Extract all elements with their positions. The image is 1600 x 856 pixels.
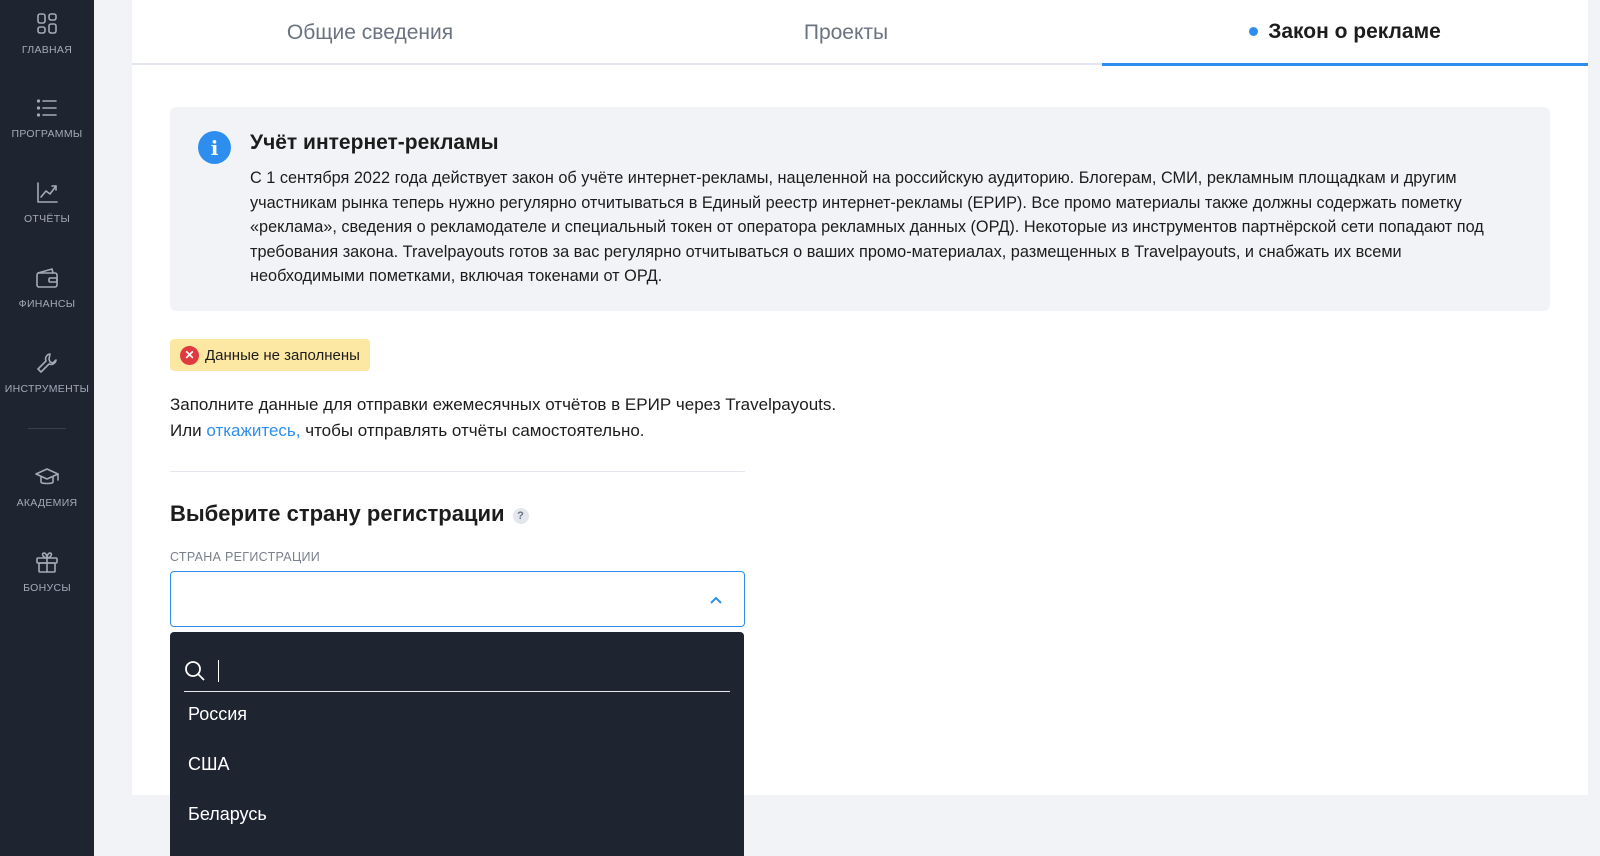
- sidebar: Главная Программы Отчёты Финансы Инструм…: [0, 0, 94, 856]
- country-option-belarus[interactable]: Беларусь: [188, 804, 267, 825]
- wrench-icon: [37, 353, 57, 373]
- tab-label: Проекты: [803, 20, 889, 44]
- active-dot-icon: [1249, 27, 1259, 36]
- description-line2: Или откажитесь, чтобы отправлять отчёты …: [170, 418, 836, 444]
- sidebar-item-label: Академия: [16, 497, 78, 509]
- status-badge: ✕ Данные не заполнены: [170, 339, 370, 371]
- country-field-label: Страна регистрации: [170, 550, 321, 564]
- decline-link[interactable]: откажитесь,: [206, 421, 300, 440]
- gift-icon: [36, 552, 58, 573]
- chevron-up-icon: [708, 592, 724, 608]
- description-line1: Заполните данные для отправки ежемесячны…: [170, 395, 837, 414]
- country-option-usa[interactable]: США: [188, 754, 230, 775]
- country-section-title-text: Выберите страну регистрации: [170, 501, 505, 526]
- info-icon: i: [198, 131, 231, 164]
- tab-bar: Общие сведения Проекты Закон о рекламе: [132, 0, 1588, 66]
- divider: [170, 471, 745, 472]
- chart-icon: [37, 182, 58, 203]
- tab-advertising-law[interactable]: Закон о рекламе: [1102, 0, 1588, 66]
- tab-projects[interactable]: Проекты: [608, 0, 1084, 65]
- tab-label: Общие сведения: [286, 20, 454, 44]
- error-icon: ✕: [180, 345, 199, 365]
- tab-label: Закон о рекламе: [1268, 19, 1441, 43]
- sidebar-item-academy[interactable]: Академия: [0, 463, 94, 509]
- description-suffix: чтобы отправлять отчёты самостоятельно.: [300, 421, 645, 440]
- search-icon: [185, 660, 205, 681]
- country-select[interactable]: [170, 571, 745, 627]
- sidebar-divider: [28, 428, 66, 429]
- info-title: Учёт интернет-рекламы: [250, 131, 499, 154]
- country-option-russia[interactable]: Россия: [188, 704, 247, 725]
- country-section-title: Выберите страну регистрации ?: [170, 501, 529, 527]
- sidebar-item-label: Главная: [21, 44, 73, 56]
- sidebar-item-label: Отчёты: [23, 213, 71, 225]
- sidebar-item-label: Инструменты: [4, 383, 90, 395]
- sidebar-item-label: Финансы: [18, 298, 76, 310]
- description-prefix: Или: [170, 421, 207, 440]
- sidebar-item-finance[interactable]: Финансы: [0, 264, 94, 310]
- sidebar-item-home[interactable]: Главная: [0, 10, 94, 56]
- wallet-icon: [36, 268, 58, 288]
- sidebar-item-label: Программы: [11, 128, 83, 140]
- sidebar-item-reports[interactable]: Отчёты: [0, 179, 94, 225]
- sidebar-item-tools[interactable]: Инструменты: [0, 349, 94, 395]
- info-banner: i Учёт интернет-рекламы С 1 сентября 202…: [170, 107, 1550, 311]
- tab-general-info[interactable]: Общие сведения: [132, 0, 608, 65]
- dropdown-search: [184, 650, 730, 692]
- country-dropdown: Россия США Беларусь: [170, 632, 744, 856]
- list-icon: [36, 99, 57, 117]
- dashboard-icon: [37, 13, 57, 34]
- country-search-input[interactable]: [218, 659, 718, 682]
- sidebar-item-bonuses[interactable]: Бонусы: [0, 548, 94, 594]
- info-text: С 1 сентября 2022 года действует закон о…: [250, 169, 1484, 286]
- graduation-cap-icon: [35, 468, 59, 485]
- status-badge-label: Данные не заполнены: [205, 346, 360, 364]
- sidebar-item-programs[interactable]: Программы: [0, 94, 94, 140]
- description: Заполните данные для отправки ежемесячны…: [170, 392, 836, 444]
- help-icon[interactable]: ?: [512, 507, 529, 524]
- sidebar-item-label: Бонусы: [23, 582, 71, 594]
